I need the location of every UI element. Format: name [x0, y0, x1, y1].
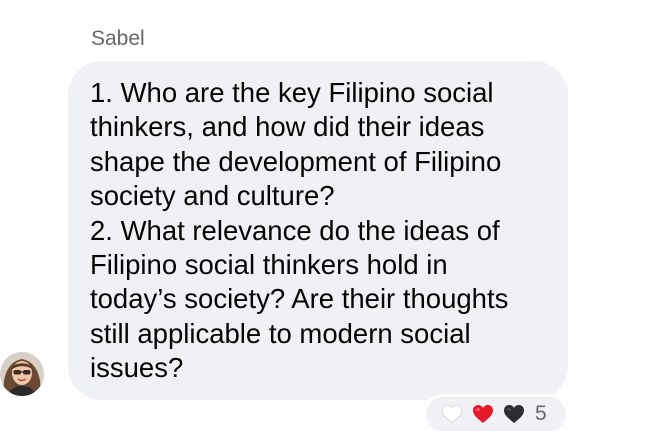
message-line: still applicable to modern social	[90, 317, 471, 349]
reactions-pill[interactable]: 5	[426, 397, 566, 431]
message-line: shape the development of Filipino	[90, 145, 502, 177]
sender-avatar[interactable]	[0, 352, 44, 396]
sender-name: Sabel	[91, 27, 145, 50]
reaction-count: 5	[535, 402, 547, 425]
message-line: Filipino social thinkers hold in	[90, 249, 448, 281]
message-line: society and culture?	[90, 180, 335, 212]
message-text: 1. Who are the key Filipino social think…	[90, 76, 558, 386]
black-heart-icon	[502, 402, 526, 426]
message-bubble[interactable]: 1. Who are the key Filipino social think…	[68, 61, 568, 400]
red-heart-icon	[471, 402, 495, 426]
message-line: today’s society? Are their thoughts	[90, 283, 509, 315]
white-heart-icon	[440, 402, 464, 426]
message-line: thinkers, and how did their ideas	[90, 111, 485, 143]
message-line: 2. What relevance do the ideas of	[90, 214, 500, 246]
message-line: 1. Who are the key Filipino social	[90, 77, 494, 108]
message-line: issues?	[90, 352, 184, 384]
